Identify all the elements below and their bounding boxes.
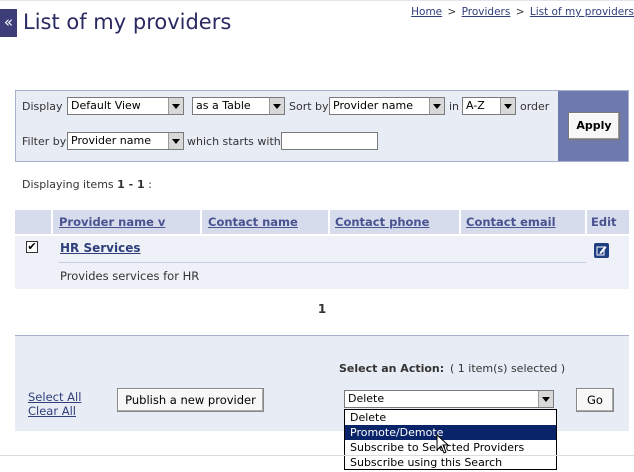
apply-cell: Apply xyxy=(558,91,628,161)
in-label: in xyxy=(449,100,460,113)
option-promote-demote[interactable]: Promote/Demote xyxy=(345,425,556,440)
column-divider xyxy=(328,210,330,234)
breadcrumb: Home > Providers > List of my providers xyxy=(411,6,634,18)
items-count-suffix: : xyxy=(144,178,152,191)
provider-description: Provides services for HR xyxy=(60,269,200,283)
column-header-edit: Edit xyxy=(591,215,617,229)
items-count-prefix: Displaying items xyxy=(22,178,118,191)
chevron-down-icon xyxy=(269,98,284,114)
mouse-pointer-icon xyxy=(436,434,450,454)
provider-name-link[interactable]: HR Services xyxy=(60,241,141,255)
view-select[interactable]: Default View xyxy=(67,97,184,115)
bottom-rule xyxy=(0,455,634,456)
selected-count: ( 1 item(s) selected ) xyxy=(450,362,566,375)
breadcrumb-separator: > xyxy=(515,6,525,18)
option-subscribe-search[interactable]: Subscribe using this Search xyxy=(345,455,556,470)
action-select[interactable]: Delete xyxy=(344,390,554,408)
option-subscribe-selected[interactable]: Subscribe to Selected Providers xyxy=(345,440,556,455)
filter-field-select[interactable]: Provider name xyxy=(67,132,184,150)
order-label: order xyxy=(520,100,550,113)
column-header-contact-email[interactable]: Contact email xyxy=(466,210,556,234)
column-header-provider-name[interactable]: Provider name v xyxy=(59,210,165,234)
table-header: Provider name v Contact name Contact pho… xyxy=(15,210,629,234)
filter-by-label: Filter by xyxy=(22,135,67,148)
row-checkbox[interactable]: ✔ xyxy=(26,241,38,253)
pencil-icon xyxy=(596,246,607,256)
column-header-contact-name[interactable]: Contact name xyxy=(208,210,298,234)
pagination-current-page: 1 xyxy=(317,302,327,316)
sort-label: Sort by xyxy=(289,100,329,113)
starts-with-label: which starts with xyxy=(187,135,281,148)
column-divider xyxy=(200,210,202,234)
sort-field-value: Provider name xyxy=(333,99,413,112)
chevron-down-icon xyxy=(429,98,444,114)
column-header-contact-phone[interactable]: Contact phone xyxy=(335,210,429,234)
action-dropdown-list: Delete Promote/Demote Subscribe to Selec… xyxy=(344,409,557,470)
layout-select-value: as a Table xyxy=(196,99,251,112)
sort-order-value: A-Z xyxy=(466,99,485,112)
select-all-link[interactable]: Select All xyxy=(28,390,81,404)
option-delete[interactable]: Delete xyxy=(345,410,556,425)
go-button[interactable]: Go xyxy=(576,388,614,412)
chevron-down-icon xyxy=(500,98,515,114)
view-select-value: Default View xyxy=(71,99,141,112)
filter-field-value: Provider name xyxy=(71,134,151,147)
action-select-value: Delete xyxy=(348,392,385,405)
items-count: Displaying items 1 - 1 : xyxy=(22,178,152,191)
chevron-down-icon xyxy=(538,391,553,407)
chevron-down-icon xyxy=(168,133,183,149)
breadcrumb-current-link[interactable]: List of my providers xyxy=(530,6,634,18)
sort-order-select[interactable]: A-Z xyxy=(462,97,516,115)
items-count-range: 1 - 1 xyxy=(117,178,145,191)
chevron-down-icon xyxy=(168,98,183,114)
starts-with-input[interactable] xyxy=(281,132,378,150)
row-divider xyxy=(58,262,586,263)
apply-button[interactable]: Apply xyxy=(568,112,620,140)
edit-icon[interactable] xyxy=(594,243,609,258)
breadcrumb-providers-link[interactable]: Providers xyxy=(462,6,511,18)
layout-select[interactable]: as a Table xyxy=(192,97,285,115)
page-title: List of my providers xyxy=(23,10,232,34)
display-label: Display xyxy=(22,100,63,113)
sort-field-select[interactable]: Provider name xyxy=(329,97,445,115)
breadcrumb-home-link[interactable]: Home xyxy=(411,6,442,18)
column-divider xyxy=(585,210,587,234)
select-action-label: Select an Action: xyxy=(339,362,445,375)
filter-panel: Display Default View as a Table Sort by … xyxy=(15,90,629,162)
breadcrumb-separator: > xyxy=(447,6,457,18)
column-divider xyxy=(459,210,461,234)
publish-provider-button[interactable]: Publish a new provider xyxy=(117,388,264,412)
collapse-back-button[interactable]: « xyxy=(0,9,17,37)
header-rule xyxy=(0,0,634,1)
clear-all-link[interactable]: Clear All xyxy=(28,404,76,418)
column-divider xyxy=(51,210,53,234)
